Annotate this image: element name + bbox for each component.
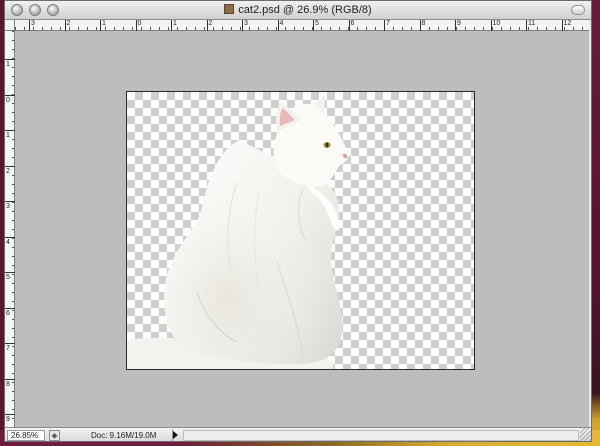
ruler-top-major-tick	[100, 20, 101, 31]
ruler-top-major-tick	[171, 20, 172, 31]
ruler-left-major-tick	[5, 94, 15, 96]
title-bar[interactable]: cat2.psd @ 26.9% (RGB/8)	[5, 1, 591, 20]
ruler-top-major-tick	[64, 20, 66, 31]
ruler-top-label: 4	[279, 20, 284, 27]
ruler-top-major-tick	[526, 20, 527, 31]
ruler-top-label: 11	[528, 20, 536, 27]
ruler-left-major-tick	[5, 272, 15, 273]
ruler-top-label: 1	[102, 20, 106, 27]
play-arrow-icon[interactable]	[173, 431, 178, 439]
status-bar: 26.85% ◈ Doc: 9.16M/19.0M	[5, 427, 591, 441]
ruler-top-major-tick	[561, 20, 563, 31]
ruler-left-label: 4	[6, 238, 10, 246]
ruler-left-major-tick	[5, 201, 15, 202]
horizontal-ruler[interactable]: 321012345678910111213	[15, 20, 589, 31]
document-window: cat2.psd @ 26.9% (RGB/8) 3 2 1 0 1 2 3 4 5 6 7 8 9 10…	[4, 0, 592, 442]
window-title-wrap: cat2.psd @ 26.9% (RGB/8)	[5, 4, 591, 16]
ruler-top-label: 2	[208, 20, 213, 27]
ruler-top-major-tick	[242, 20, 243, 31]
ruler-left-label: 8	[6, 380, 10, 388]
ruler-top-label: 5	[315, 20, 319, 27]
psd-file-icon	[224, 4, 235, 14]
ruler-top-major-tick	[384, 20, 385, 31]
document-menu-icon[interactable]: ◈	[49, 430, 60, 441]
ruler-top-label: 3	[244, 20, 248, 27]
ruler-left-major-tick	[5, 59, 15, 60]
ruler-top-major-tick	[348, 20, 350, 31]
ruler-top-major-tick	[490, 20, 492, 31]
ruler-left-major-tick	[5, 343, 15, 344]
resize-grip-icon[interactable]	[580, 428, 591, 441]
ruler-left-label: 1	[6, 61, 10, 68]
ruler-top-label: 3	[31, 20, 35, 27]
ruler-left-label: 6	[6, 309, 10, 317]
ruler-top-label: 8	[421, 20, 426, 27]
ruler-top-label: 9	[457, 20, 461, 27]
ruler-top-label: 6	[350, 20, 355, 27]
horizontal-scrollbar[interactable]	[183, 430, 579, 441]
ruler-left-major-tick	[5, 130, 15, 131]
ruler-top-major-tick	[277, 20, 279, 31]
ruler-left-major-tick	[5, 414, 15, 415]
ruler-left-label: 7	[6, 345, 10, 352]
ruler-left-major-tick	[5, 236, 15, 238]
ruler-left-label: 0	[6, 96, 10, 104]
ruler-left-major-tick	[5, 378, 15, 380]
ruler-top-label: 1	[173, 20, 177, 27]
vertical-ruler[interactable]: 1012345678910	[5, 31, 15, 427]
ruler-left-major-tick	[5, 165, 15, 167]
ruler-top-label: 12	[563, 20, 572, 27]
zoom-level-field[interactable]: 26.85%	[7, 430, 45, 441]
image-canvas[interactable]	[126, 91, 475, 370]
ruler-top-major-tick	[29, 20, 30, 31]
ruler-left-major-tick	[5, 307, 15, 309]
ruler-top-label: 10	[492, 20, 501, 27]
ruler-left-label: 1	[6, 132, 10, 139]
ruler-top-label: 7	[386, 20, 390, 27]
ruler-left-label: 9	[6, 416, 10, 423]
window-title: cat2.psd @ 26.9% (RGB/8)	[238, 4, 372, 16]
ruler-top-label: 2	[66, 20, 71, 27]
ruler-top-major-tick	[313, 20, 314, 31]
ruler-top-major-tick	[419, 20, 421, 31]
document-size-info: Doc: 9.16M/19.0M	[65, 429, 173, 441]
ruler-left-label: 5	[6, 274, 10, 281]
ruler-left-label: 2	[6, 167, 10, 175]
toolbar-toggle-button[interactable]	[571, 5, 585, 15]
ruler-left-label: 3	[6, 203, 10, 210]
ruler-top-major-tick	[135, 20, 137, 31]
ruler-top-major-tick	[455, 20, 456, 31]
ruler-top-label: 0	[137, 20, 142, 27]
desktop-background-right	[592, 0, 600, 446]
vertical-scrollbar[interactable]	[589, 20, 591, 427]
ruler-origin[interactable]	[5, 20, 15, 31]
ruler-top-major-tick	[206, 20, 208, 31]
cat-image	[127, 95, 349, 369]
